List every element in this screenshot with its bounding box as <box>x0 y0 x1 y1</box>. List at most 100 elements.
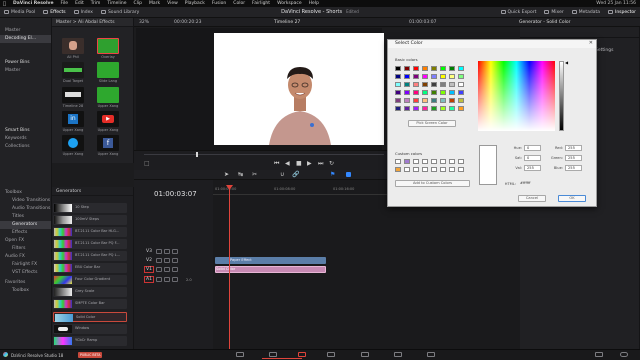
zoom-level[interactable]: 32% <box>139 20 149 25</box>
value-slider[interactable] <box>559 61 564 131</box>
linkedin-clip[interactable]: in <box>62 111 84 127</box>
mixer-button[interactable]: Mixer <box>540 7 567 18</box>
facebook-clip[interactable]: f <box>97 135 119 151</box>
fx-open-fx[interactable]: Open FX <box>0 237 51 245</box>
skip-back-icon[interactable]: ⏮ <box>274 160 279 168</box>
viewer-mode-icon[interactable]: □ <box>144 160 150 167</box>
basic-color-swatch[interactable] <box>458 90 464 95</box>
clip-thumbnail[interactable] <box>97 87 119 103</box>
index-button[interactable]: Index <box>70 7 97 18</box>
scrubber[interactable] <box>144 154 384 155</box>
menu-timeline[interactable]: Timeline <box>107 1 126 6</box>
menu-mark[interactable]: Mark <box>149 1 160 6</box>
sound-library-button[interactable]: Sound Library <box>97 7 143 18</box>
basic-color-swatch[interactable] <box>413 82 419 87</box>
clip-thumbnail[interactable] <box>62 87 84 103</box>
custom-color-swatch[interactable] <box>404 167 410 172</box>
custom-color-swatch[interactable] <box>449 167 455 172</box>
clip-thumbnail[interactable] <box>62 38 84 54</box>
fx-toolbox[interactable]: Toolbox <box>0 189 51 197</box>
basic-color-swatch[interactable] <box>413 90 419 95</box>
timeline-name[interactable]: Timeline 27 <box>274 20 300 25</box>
generator-item[interactable]: Grey Scale <box>53 287 127 297</box>
basic-color-swatch[interactable] <box>395 98 401 103</box>
basic-color-swatch[interactable] <box>449 74 455 79</box>
custom-color-swatch[interactable] <box>440 167 446 172</box>
basic-color-swatch[interactable] <box>395 82 401 87</box>
basic-color-swatch[interactable] <box>395 90 401 95</box>
bin-master-2[interactable]: Master <box>0 67 51 75</box>
selection-tool-icon[interactable]: ➤ <box>224 171 229 178</box>
custom-color-swatch[interactable] <box>395 159 401 164</box>
basic-color-swatch[interactable] <box>404 74 410 79</box>
lock-icon[interactable] <box>156 249 162 254</box>
menu-help[interactable]: Help <box>309 1 319 6</box>
visibility-icon[interactable] <box>172 258 178 263</box>
basic-color-swatch[interactable] <box>404 90 410 95</box>
menu-trim[interactable]: Trim <box>91 1 101 6</box>
visibility-icon[interactable] <box>172 267 178 272</box>
basic-color-swatch[interactable] <box>395 106 401 111</box>
basic-color-swatch[interactable] <box>404 106 410 111</box>
basic-color-swatch[interactable] <box>413 66 419 71</box>
fairlight-page-icon[interactable] <box>394 352 402 357</box>
sat-field[interactable]: 0 <box>524 155 541 161</box>
cut-page-icon[interactable] <box>269 352 277 357</box>
quick-export-button[interactable]: Quick Export <box>497 7 541 18</box>
custom-color-swatch[interactable] <box>422 159 428 164</box>
basic-color-swatch[interactable] <box>431 82 437 87</box>
media-pool-button[interactable]: Media Pool <box>0 7 39 18</box>
basic-color-swatch[interactable] <box>422 74 428 79</box>
lock-icon[interactable] <box>156 277 162 282</box>
visibility-icon[interactable] <box>172 249 178 254</box>
inspector-settings-tab[interactable]: Settings <box>595 48 613 53</box>
basic-color-swatch[interactable] <box>458 74 464 79</box>
fx-fairlight-fx[interactable]: Fairlight FX <box>0 261 51 269</box>
blade-tool-icon[interactable]: ✂ <box>252 171 257 178</box>
menu-file[interactable]: File <box>61 1 69 6</box>
generator-item[interactable]: BT.2111 Color Bar PQ F... <box>53 239 127 249</box>
fx-audio-fx[interactable]: Audio FX <box>0 253 51 261</box>
smart-bin-collections[interactable]: Collections <box>0 143 51 151</box>
auto-select-icon[interactable] <box>164 267 170 272</box>
menu-workspace[interactable]: Workspace <box>277 1 302 6</box>
generator-item[interactable]: SMPTE Color Bar <box>53 299 127 309</box>
basic-color-swatch[interactable] <box>440 90 446 95</box>
basic-color-swatch[interactable] <box>440 82 446 87</box>
custom-color-swatch[interactable] <box>404 159 410 164</box>
basic-color-swatch[interactable] <box>422 82 428 87</box>
clip-thumbnail[interactable] <box>97 62 119 78</box>
blue-field[interactable]: 255 <box>565 165 582 171</box>
basic-color-swatch[interactable] <box>449 98 455 103</box>
home-icon[interactable] <box>595 352 603 357</box>
basic-color-swatch[interactable] <box>404 66 410 71</box>
basic-color-swatch[interactable] <box>395 66 401 71</box>
basic-color-swatch[interactable] <box>440 106 446 111</box>
track-header-v2[interactable]: V2 <box>144 256 212 265</box>
edit-page-icon[interactable] <box>298 352 306 357</box>
green-field[interactable]: 255 <box>565 155 582 161</box>
generator-item[interactable]: Four Color Gradient <box>53 275 127 285</box>
basic-color-swatch[interactable] <box>422 106 428 111</box>
fx-video-transitions[interactable]: Video Transitions <box>0 197 51 205</box>
custom-color-swatch[interactable] <box>431 167 437 172</box>
fx-generators[interactable]: Generators <box>0 221 51 229</box>
fx-titles[interactable]: Titles <box>0 213 51 221</box>
fx-toolbox-fav[interactable]: Toolbox <box>0 287 51 295</box>
smart-bin-keywords[interactable]: Keywords <box>0 135 51 143</box>
basic-color-swatch[interactable] <box>413 74 419 79</box>
close-icon[interactable]: ✕ <box>589 40 593 46</box>
metadata-button[interactable]: Metadata <box>568 7 604 18</box>
video-frame[interactable] <box>214 33 384 145</box>
effects-button[interactable]: Effects <box>39 7 69 18</box>
basic-color-swatch[interactable] <box>431 90 437 95</box>
youtube-clip[interactable]: ▶ <box>97 111 119 127</box>
bin-decoding[interactable]: Decoding El... <box>0 35 51 43</box>
menu-color[interactable]: Color <box>233 1 245 6</box>
generator-item[interactable]: 100mV Steps <box>53 215 127 225</box>
bin-master[interactable]: Master <box>0 27 51 35</box>
track-header-v1[interactable]: V1 <box>144 265 212 274</box>
basic-color-swatch[interactable] <box>431 66 437 71</box>
generator-item[interactable]: 10 Step <box>53 203 127 213</box>
custom-color-swatch[interactable] <box>413 159 419 164</box>
